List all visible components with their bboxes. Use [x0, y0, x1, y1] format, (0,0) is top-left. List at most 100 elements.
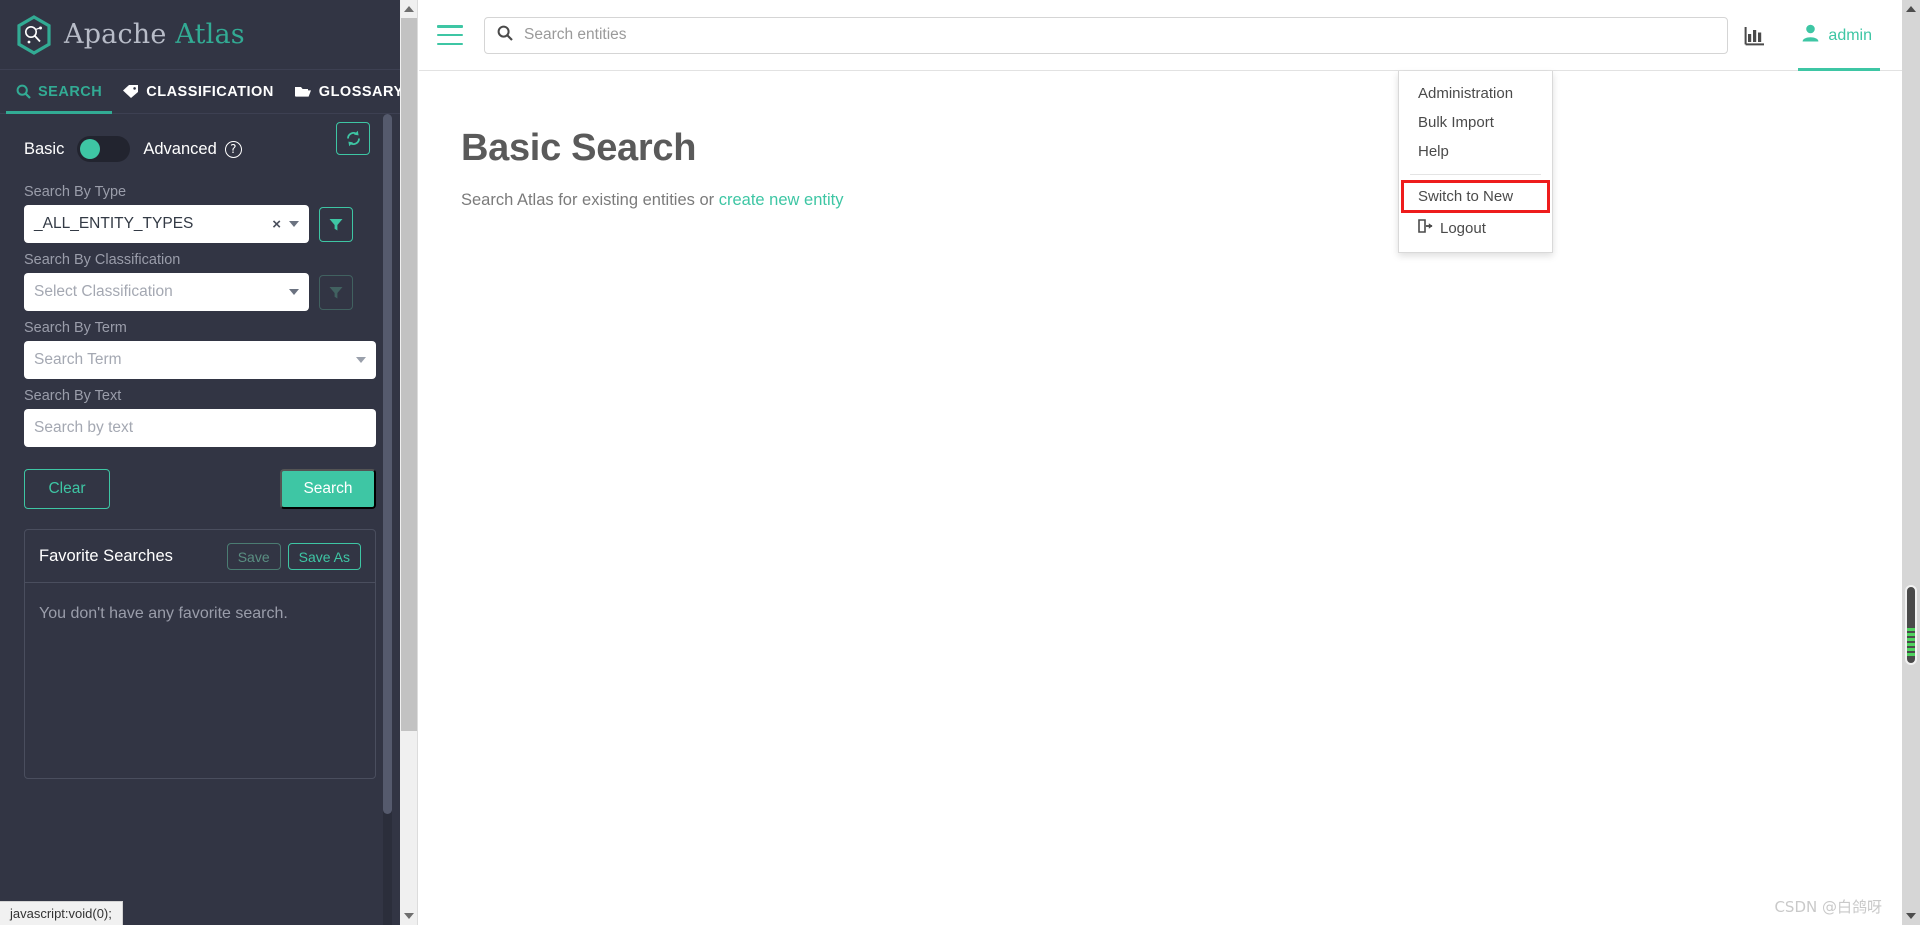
- search-by-type-select[interactable]: _ALL_ENTITY_TYPES ×: [24, 205, 309, 243]
- hamburger-menu-icon[interactable]: [437, 25, 463, 45]
- sidebar-scrollbar-thumb[interactable]: [383, 114, 392, 814]
- save-button[interactable]: Save: [226, 543, 281, 570]
- chevron-down-icon[interactable]: [356, 357, 366, 363]
- menu-item-help-label: Help: [1418, 143, 1449, 160]
- search-by-text-placeholder: Search by text: [34, 419, 134, 436]
- brand-atlas-text: Atlas: [175, 19, 245, 50]
- basic-advanced-toggle[interactable]: [77, 136, 131, 162]
- sidebar: Apache Atlas SEARCH CLASSIFICATION GLOSS…: [0, 0, 403, 925]
- menu-item-help[interactable]: Help: [1399, 137, 1552, 166]
- menu-item-switch-to-new-label: Switch to New: [1418, 188, 1514, 205]
- refresh-button[interactable]: [336, 122, 370, 155]
- field-search-by-term: Search By Term Search Term: [0, 320, 400, 379]
- page-scroll-down-button[interactable]: [400, 907, 418, 925]
- favorite-searches-empty-text: You don't have any favorite search.: [39, 605, 288, 622]
- menu-item-bulk-import-label: Bulk Import: [1418, 114, 1494, 131]
- filter-funnel-icon: [329, 286, 343, 298]
- basic-mode-label: Basic: [24, 139, 65, 158]
- page-scrollbar-right[interactable]: [1902, 0, 1920, 925]
- chevron-down-icon: [404, 913, 414, 919]
- nav-tab-glossary-label: GLOSSARY: [318, 83, 404, 100]
- field-search-by-text: Search By Text Search by text: [0, 388, 400, 447]
- page-content: Basic Search Search Atlas for existing e…: [419, 71, 1902, 210]
- nav-tab-glossary[interactable]: GLOSSARY: [284, 70, 414, 113]
- favorite-searches-title: Favorite Searches: [39, 547, 173, 565]
- field-row-search-by-type: _ALL_ENTITY_TYPES ×: [24, 205, 376, 243]
- atlas-hexagon-logo-icon: [16, 14, 52, 55]
- nav-tab-classification-label: CLASSIFICATION: [146, 83, 274, 100]
- scroll-up-button[interactable]: [1902, 0, 1920, 18]
- page-scroll-up-button[interactable]: [400, 0, 418, 18]
- filter-button-classification[interactable]: [319, 274, 353, 310]
- search-by-type-value: _ALL_ENTITY_TYPES: [34, 215, 194, 232]
- filter-funnel-icon: [329, 218, 343, 230]
- tag-icon: [122, 84, 139, 99]
- scroll-down-button[interactable]: [1902, 907, 1920, 925]
- search-by-term-select[interactable]: Search Term: [24, 341, 376, 379]
- menu-item-administration-label: Administration: [1418, 85, 1514, 102]
- chevron-down-icon[interactable]: [289, 221, 299, 227]
- page-title: Basic Search: [461, 127, 697, 169]
- page-subtitle: Search Atlas for existing entities or cr…: [461, 191, 1902, 210]
- search-by-classification-select[interactable]: Select Classification: [24, 273, 309, 311]
- brand-title: Apache Atlas: [64, 19, 245, 50]
- user-menu-button[interactable]: admin: [1798, 0, 1880, 71]
- global-search-placeholder: Search entities: [524, 26, 627, 43]
- menu-item-switch-to-new[interactable]: Switch to New: [1401, 180, 1550, 213]
- menu-divider: [1410, 174, 1541, 175]
- search-icon: [16, 84, 31, 99]
- field-search-by-classification: Search By Classification Select Classifi…: [0, 252, 400, 311]
- field-row-search-by-text: Search by text: [24, 409, 376, 447]
- field-label-search-by-classification: Search By Classification: [24, 252, 181, 268]
- nav-tab-search[interactable]: SEARCH: [6, 70, 113, 114]
- page-scrollbar-thumb[interactable]: [401, 18, 417, 731]
- sidebar-nav-tabs: SEARCH CLASSIFICATION GLOSSARY: [0, 70, 403, 114]
- menu-item-bulk-import[interactable]: Bulk Import: [1399, 108, 1552, 137]
- filter-button-type[interactable]: [319, 206, 353, 242]
- clear-button[interactable]: Clear: [24, 469, 110, 509]
- search-button[interactable]: Search: [280, 469, 376, 509]
- chevron-up-icon: [1906, 6, 1916, 12]
- bar-chart-statistics-icon[interactable]: [1742, 24, 1768, 48]
- favorite-searches-header: Favorite Searches Save Save As: [25, 530, 375, 583]
- brand-header[interactable]: Apache Atlas: [0, 0, 400, 70]
- sidebar-scrollbar[interactable]: [383, 114, 392, 925]
- chevron-down-icon[interactable]: [289, 289, 299, 295]
- field-search-by-type: Search By Type _ALL_ENTITY_TYPES ×: [0, 184, 400, 243]
- menu-item-administration[interactable]: Administration: [1399, 79, 1552, 108]
- menu-item-logout-label: Logout: [1440, 219, 1486, 237]
- create-new-entity-link[interactable]: create new entity: [719, 191, 844, 209]
- chevron-down-icon: [1906, 913, 1916, 919]
- user-dropdown-menu: Administration Bulk Import Help Switch t…: [1398, 71, 1553, 253]
- nav-tab-classification[interactable]: CLASSIFICATION: [112, 70, 284, 113]
- toggle-knob: [80, 139, 101, 159]
- field-label-search-by-term: Search By Term: [24, 320, 127, 336]
- page-scrollbar-left[interactable]: [400, 0, 418, 925]
- clear-type-icon[interactable]: ×: [272, 216, 281, 233]
- brand-apache-text: Apache: [64, 19, 167, 50]
- favorite-searches-panel: Favorite Searches Save Save As You don't…: [24, 529, 376, 779]
- logout-icon: [1418, 219, 1433, 237]
- folder-icon: [294, 84, 312, 99]
- sidebar-search-panel: Basic Advanced ? Search By Type _ALL_ENT…: [0, 114, 400, 925]
- chevron-up-icon: [404, 6, 414, 12]
- page-subtitle-text: Search Atlas for existing entities or: [461, 191, 719, 209]
- search-by-classification-placeholder: Select Classification: [34, 283, 173, 300]
- user-avatar-icon: [1802, 24, 1819, 47]
- global-search-input[interactable]: Search entities: [484, 16, 1728, 54]
- status-bar: javascript:void(0);: [0, 901, 123, 925]
- field-row-search-by-classification: Select Classification: [24, 273, 376, 311]
- watermark: CSDN @白鸽呀: [1774, 898, 1882, 916]
- field-row-search-by-term: Search Term: [24, 341, 376, 379]
- search-icon: [497, 25, 513, 46]
- question-mark-icon[interactable]: ?: [224, 140, 242, 158]
- search-action-buttons: Clear Search: [0, 456, 400, 509]
- save-as-button[interactable]: Save As: [287, 543, 361, 570]
- top-bar-right: admin: [1742, 0, 1880, 71]
- search-by-term-placeholder: Search Term: [34, 351, 122, 368]
- user-menu-label: admin: [1828, 26, 1872, 44]
- menu-item-logout[interactable]: Logout: [1399, 213, 1552, 243]
- field-label-search-by-text: Search By Text: [24, 388, 122, 404]
- main-content: Search entities admin Administration Bul…: [419, 0, 1902, 925]
- search-by-text-input[interactable]: Search by text: [24, 409, 376, 447]
